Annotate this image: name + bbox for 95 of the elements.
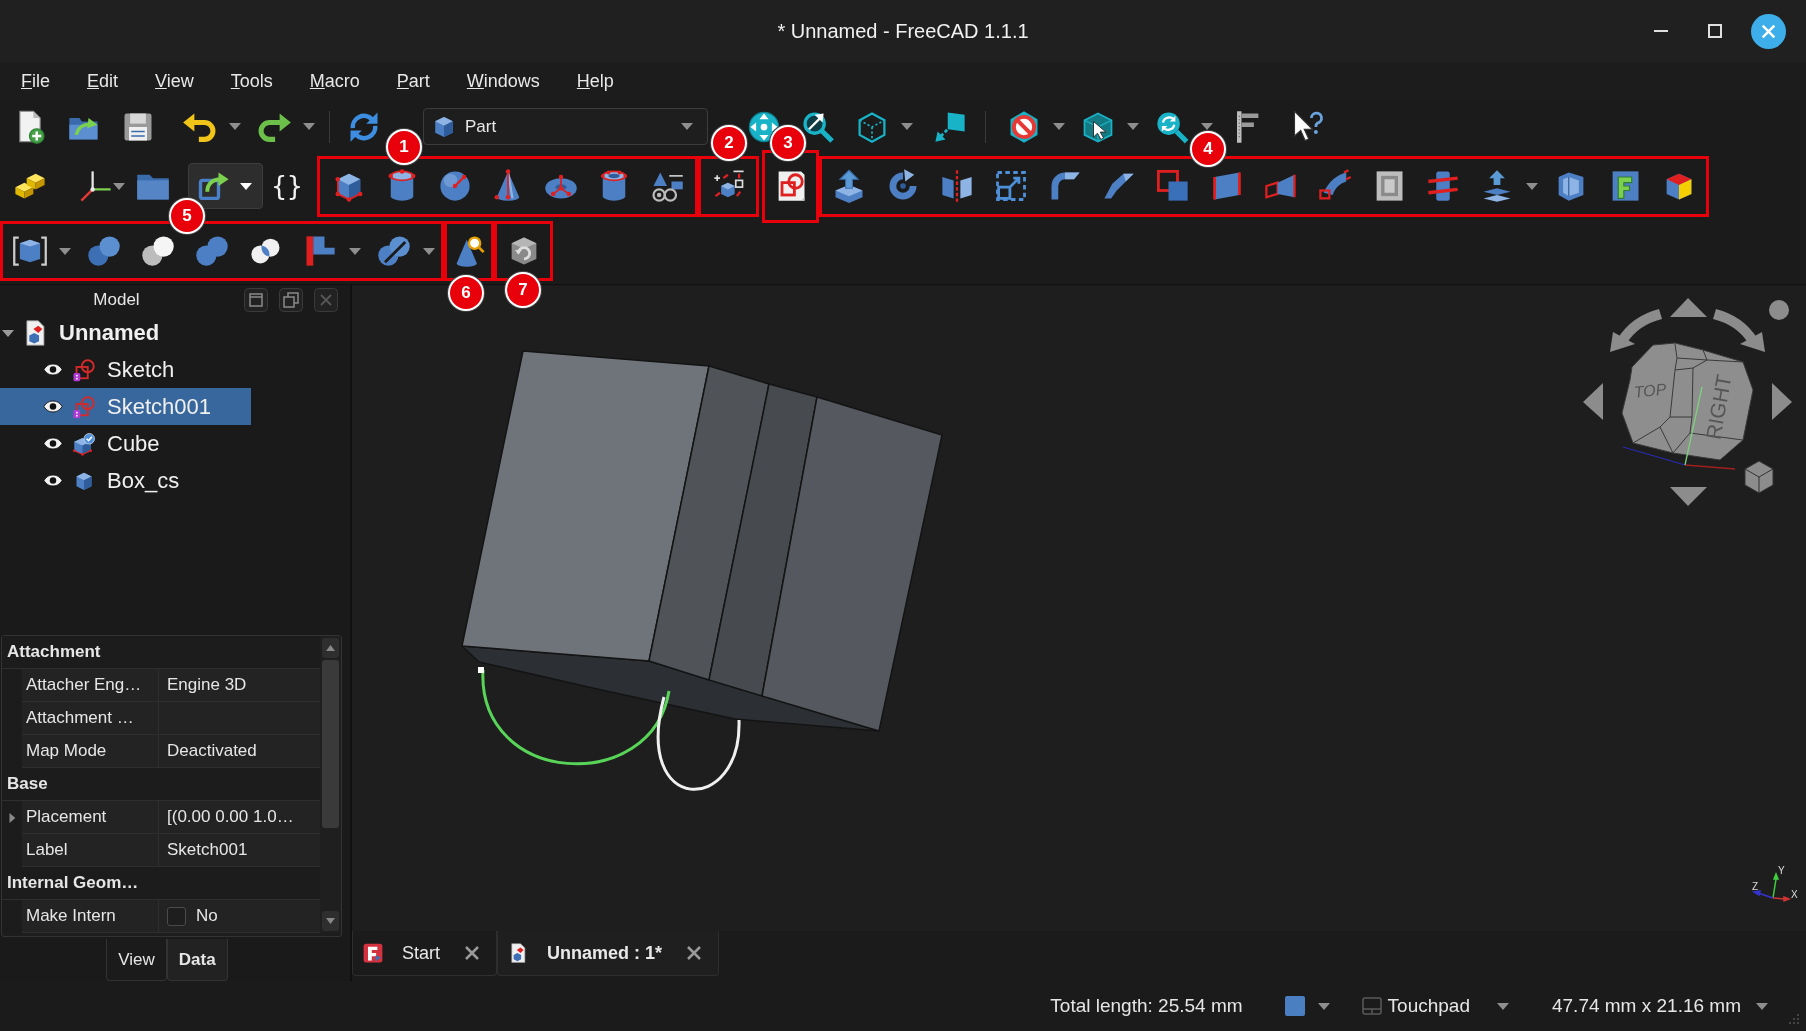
- braces-button[interactable]: {}: [263, 163, 311, 209]
- caret-icon[interactable]: [240, 182, 252, 190]
- link-menu-button[interactable]: [188, 163, 263, 209]
- navigation-cube[interactable]: [1621, 342, 1754, 470]
- overlapping-windows-icon[interactable]: [279, 287, 303, 312]
- tree-item[interactable]: Sketch: [0, 351, 251, 388]
- tab[interactable]: View: [106, 939, 167, 981]
- curved-arrow-icon[interactable]: [1713, 309, 1765, 352]
- number-badge: 5: [169, 198, 205, 234]
- menu-item[interactable]: Macro: [291, 65, 378, 97]
- cube-check-icon: [72, 431, 96, 456]
- spheres-cut-icon[interactable]: [140, 233, 176, 269]
- property-name-cell: Label: [22, 834, 159, 867]
- property-name-cell: Make Intern: [22, 900, 159, 933]
- tree-item[interactable]: Box_cs: [0, 462, 251, 499]
- property-value-cell[interactable]: [(0.00 0.00 1.0…: [159, 801, 320, 834]
- menu-item[interactable]: File: [3, 65, 68, 97]
- window-title: * Unnamed - FreeCAD 1.1.1: [777, 19, 1029, 43]
- cube-face-label: TOP: [1632, 380, 1668, 401]
- cube-icon: [434, 115, 454, 138]
- close-icon[interactable]: [1751, 13, 1786, 49]
- eye-icon[interactable]: [43, 363, 63, 376]
- axis-label: Z: [1752, 881, 1759, 892]
- property-value-cell[interactable]: Engine 3D: [159, 669, 320, 702]
- curved-arrow-icon[interactable]: [1610, 309, 1662, 352]
- sketch-icon: [72, 394, 96, 419]
- number-badge: 3: [770, 125, 806, 161]
- small-cube-icon[interactable]: [1744, 460, 1774, 494]
- property-group-header: Attachment: [2, 636, 320, 669]
- touchpad-icon: [1361, 997, 1382, 1015]
- maximize-icon[interactable]: [1708, 24, 1722, 38]
- number-badge: 4: [1190, 131, 1226, 167]
- circle-icon[interactable]: [1769, 300, 1789, 320]
- property-name-cell: Placement: [22, 801, 159, 834]
- close-icon[interactable]: [465, 946, 479, 960]
- menu-item[interactable]: Part: [378, 65, 448, 97]
- sketch-icon: [72, 357, 96, 382]
- dashed-square-icon[interactable]: [993, 168, 1029, 204]
- workbench-dropdown[interactable]: Part: [423, 108, 708, 145]
- close-icon[interactable]: [687, 946, 702, 960]
- number-badge: 7: [505, 272, 541, 308]
- arrow-left-icon[interactable]: [1583, 383, 1603, 420]
- arrow-up-icon[interactable]: [1670, 298, 1707, 317]
- menu-item[interactable]: Windows: [448, 65, 558, 97]
- spheres-icon[interactable]: [86, 233, 122, 269]
- scrollbar[interactable]: [320, 636, 341, 933]
- mirror-icon[interactable]: [939, 168, 975, 204]
- number-badge: 2: [711, 125, 747, 161]
- sketch-curve[interactable]: [478, 667, 671, 765]
- arrow-right-icon[interactable]: [1772, 383, 1792, 420]
- tree-item[interactable]: Unnamed: [0, 314, 251, 351]
- property-name-cell: Attachment …: [22, 702, 159, 735]
- axis-label: X: [1791, 889, 1798, 900]
- axis-label: Y: [1778, 865, 1785, 876]
- menu-item[interactable]: Tools: [212, 65, 291, 97]
- tree-item[interactable]: Sketch001: [0, 388, 251, 425]
- document-icon: [508, 943, 528, 963]
- resize-grip-icon[interactable]: [1788, 1013, 1800, 1025]
- eye-icon[interactable]: [43, 400, 63, 413]
- property-name-cell: Map Mode: [22, 735, 159, 768]
- document-tab[interactable]: Start: [352, 931, 497, 976]
- bracketed-cube-icon[interactable]: [12, 233, 48, 269]
- dimensions-dropdown[interactable]: 47.74 mm x 21.16 mm: [1551, 995, 1768, 1017]
- menu-item[interactable]: Edit: [69, 65, 137, 97]
- property-value-cell[interactable]: Sketch001: [159, 834, 320, 867]
- sliced-block-icon[interactable]: [1425, 168, 1461, 204]
- number-badge: 6: [448, 275, 484, 311]
- document-tab[interactable]: Unnamed : 1*: [497, 931, 720, 976]
- spheres-fuse-icon[interactable]: [194, 233, 230, 269]
- property-value: No: [196, 906, 218, 926]
- status-message: Total length: 25.54 mm: [1050, 995, 1243, 1017]
- tab[interactable]: Data: [166, 939, 228, 981]
- panel-title: Model: [93, 289, 140, 310]
- eye-icon[interactable]: [43, 474, 63, 487]
- sketch-curve[interactable]: [657, 696, 741, 791]
- expand-arrow-icon[interactable]: [7, 811, 17, 824]
- cube-face-label: RIGHT: [1701, 372, 1736, 442]
- eye-icon[interactable]: [43, 437, 63, 450]
- window-icon[interactable]: [244, 287, 268, 312]
- tree-item[interactable]: Cube: [0, 425, 251, 462]
- squares-icon[interactable]: [1155, 168, 1191, 204]
- navigation-style-dropdown[interactable]: Touchpad: [1361, 995, 1509, 1017]
- logo-icon: [363, 943, 383, 963]
- menu-item[interactable]: View: [137, 65, 212, 97]
- square-icon[interactable]: [1284, 996, 1305, 1016]
- property-value-cell[interactable]: Deactivated: [159, 735, 320, 768]
- axes-icon[interactable]: [78, 168, 114, 204]
- checkbox[interactable]: [167, 906, 186, 926]
- menu-item[interactable]: Help: [558, 65, 632, 97]
- 3d-box-model[interactable]: [461, 350, 943, 732]
- property-name-cell: Attacher Eng…: [22, 669, 159, 702]
- number-badge: 1: [386, 129, 422, 165]
- arrow-down-icon[interactable]: [1670, 487, 1707, 506]
- spheres-split-icon[interactable]: [376, 233, 412, 269]
- axis-indicator: [1751, 872, 1791, 903]
